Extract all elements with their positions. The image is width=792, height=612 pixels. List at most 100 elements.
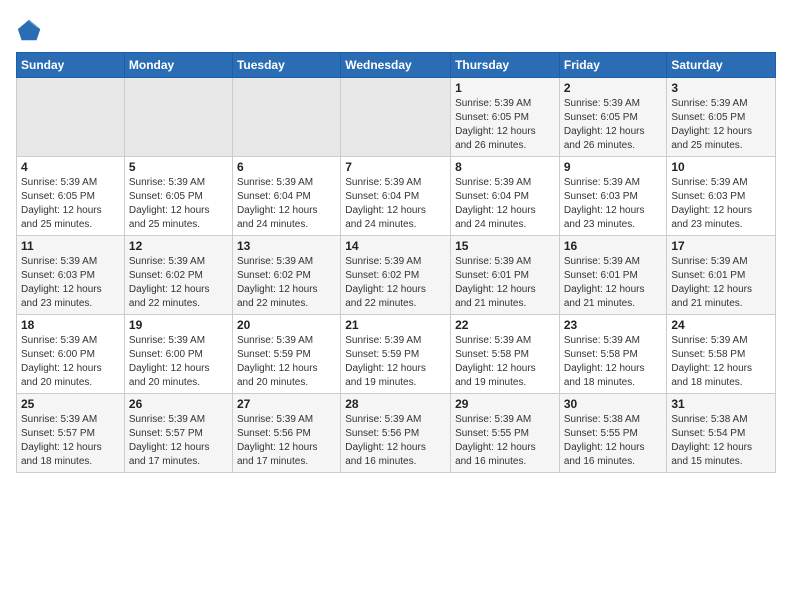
day-number: 31 bbox=[671, 397, 771, 411]
calendar-cell: 22 Sunrise: 5:39 AM Sunset: 5:58 PM Dayli… bbox=[451, 315, 560, 394]
day-detail: Sunrise: 5:39 AM Sunset: 5:57 PM Dayligh… bbox=[21, 413, 120, 469]
calendar-table: SundayMondayTuesdayWednesdayThursdayFrid… bbox=[16, 52, 776, 473]
weekday-header-row: SundayMondayTuesdayWednesdayThursdayFrid… bbox=[17, 53, 776, 78]
day-number: 30 bbox=[564, 397, 663, 411]
day-number: 16 bbox=[564, 239, 663, 253]
calendar-cell: 31 Sunrise: 5:38 AM Sunset: 5:54 PM Dayli… bbox=[667, 394, 776, 473]
week-row-2: 4 Sunrise: 5:39 AM Sunset: 6:05 PM Daylig… bbox=[17, 157, 776, 236]
day-number: 11 bbox=[21, 239, 120, 253]
day-detail: Sunrise: 5:39 AM Sunset: 6:03 PM Dayligh… bbox=[564, 176, 663, 232]
day-detail: Sunrise: 5:39 AM Sunset: 5:59 PM Dayligh… bbox=[345, 334, 446, 390]
calendar-cell: 17Sunrise: 5:39 AM Sunset: 6:01 PM Dayli… bbox=[667, 236, 776, 315]
day-detail: Sunrise: 5:39 AM Sunset: 6:01 PM Dayligh… bbox=[564, 255, 663, 311]
page-header bbox=[16, 16, 776, 44]
day-detail: Sunrise: 5:39 AM Sunset: 6:05 PM Dayligh… bbox=[455, 97, 555, 153]
day-number: 27 bbox=[237, 397, 336, 411]
calendar-cell bbox=[17, 78, 125, 157]
day-number: 19 bbox=[129, 318, 228, 332]
weekday-header-tuesday: Tuesday bbox=[232, 53, 340, 78]
day-detail: Sunrise: 5:39 AM Sunset: 5:59 PM Dayligh… bbox=[237, 334, 336, 390]
weekday-header-sunday: Sunday bbox=[17, 53, 125, 78]
day-number: 3 bbox=[671, 81, 771, 95]
day-detail: Sunrise: 5:39 AM Sunset: 6:05 PM Dayligh… bbox=[21, 176, 120, 232]
day-number: 18 bbox=[21, 318, 120, 332]
day-number: 22 bbox=[455, 318, 555, 332]
day-detail: Sunrise: 5:39 AM Sunset: 6:00 PM Dayligh… bbox=[21, 334, 120, 390]
day-detail: Sunrise: 5:39 AM Sunset: 5:56 PM Dayligh… bbox=[237, 413, 336, 469]
calendar-cell: 8 Sunrise: 5:39 AM Sunset: 6:04 PM Daylig… bbox=[451, 157, 560, 236]
day-detail: Sunrise: 5:39 AM Sunset: 6:04 PM Dayligh… bbox=[345, 176, 446, 232]
day-detail: Sunrise: 5:39 AM Sunset: 5:55 PM Dayligh… bbox=[455, 413, 555, 469]
day-number: 5 bbox=[129, 160, 228, 174]
day-detail: Sunrise: 5:39 AM Sunset: 6:04 PM Dayligh… bbox=[237, 176, 336, 232]
calendar-cell: 7Sunrise: 5:39 AM Sunset: 6:04 PM Daylig… bbox=[341, 157, 451, 236]
weekday-header-friday: Friday bbox=[559, 53, 667, 78]
day-number: 23 bbox=[564, 318, 663, 332]
day-detail: Sunrise: 5:39 AM Sunset: 6:03 PM Dayligh… bbox=[21, 255, 120, 311]
calendar-cell: 10Sunrise: 5:39 AM Sunset: 6:03 PM Dayli… bbox=[667, 157, 776, 236]
day-number: 14 bbox=[345, 239, 446, 253]
calendar-cell: 14Sunrise: 5:39 AM Sunset: 6:02 PM Dayli… bbox=[341, 236, 451, 315]
day-number: 26 bbox=[129, 397, 228, 411]
day-detail: Sunrise: 5:39 AM Sunset: 5:58 PM Dayligh… bbox=[671, 334, 771, 390]
calendar-cell bbox=[341, 78, 451, 157]
logo bbox=[16, 16, 48, 44]
day-detail: Sunrise: 5:39 AM Sunset: 6:03 PM Dayligh… bbox=[671, 176, 771, 232]
day-detail: Sunrise: 5:39 AM Sunset: 6:05 PM Dayligh… bbox=[671, 97, 771, 153]
calendar-cell: 11 Sunrise: 5:39 AM Sunset: 6:03 PM Dayli… bbox=[17, 236, 125, 315]
day-number: 9 bbox=[564, 160, 663, 174]
logo-icon bbox=[16, 16, 44, 44]
week-row-3: 11 Sunrise: 5:39 AM Sunset: 6:03 PM Dayli… bbox=[17, 236, 776, 315]
calendar-cell bbox=[124, 78, 232, 157]
day-number: 25 bbox=[21, 397, 120, 411]
calendar-cell: 28 Sunrise: 5:39 AM Sunset: 5:56 PM Dayli… bbox=[341, 394, 451, 473]
calendar-cell: 21Sunrise: 5:39 AM Sunset: 5:59 PM Dayli… bbox=[341, 315, 451, 394]
day-number: 29 bbox=[455, 397, 555, 411]
week-row-4: 18 Sunrise: 5:39 AM Sunset: 6:00 PM Dayli… bbox=[17, 315, 776, 394]
day-number: 1 bbox=[455, 81, 555, 95]
day-detail: Sunrise: 5:39 AM Sunset: 6:00 PM Dayligh… bbox=[129, 334, 228, 390]
day-number: 4 bbox=[21, 160, 120, 174]
day-detail: Sunrise: 5:39 AM Sunset: 6:04 PM Dayligh… bbox=[455, 176, 555, 232]
day-detail: Sunrise: 5:39 AM Sunset: 6:02 PM Dayligh… bbox=[129, 255, 228, 311]
day-detail: Sunrise: 5:39 AM Sunset: 5:56 PM Dayligh… bbox=[345, 413, 446, 469]
calendar-cell: 6 Sunrise: 5:39 AM Sunset: 6:04 PM Daylig… bbox=[232, 157, 340, 236]
weekday-header-thursday: Thursday bbox=[451, 53, 560, 78]
day-number: 6 bbox=[237, 160, 336, 174]
calendar-cell: 20 Sunrise: 5:39 AM Sunset: 5:59 PM Dayli… bbox=[232, 315, 340, 394]
calendar-cell: 18 Sunrise: 5:39 AM Sunset: 6:00 PM Dayli… bbox=[17, 315, 125, 394]
calendar-cell: 26 Sunrise: 5:39 AM Sunset: 5:57 PM Dayli… bbox=[124, 394, 232, 473]
calendar-cell: 30Sunrise: 5:38 AM Sunset: 5:55 PM Dayli… bbox=[559, 394, 667, 473]
day-detail: Sunrise: 5:39 AM Sunset: 6:01 PM Dayligh… bbox=[455, 255, 555, 311]
day-detail: Sunrise: 5:39 AM Sunset: 6:05 PM Dayligh… bbox=[129, 176, 228, 232]
calendar-cell: 3 Sunrise: 5:39 AM Sunset: 6:05 PM Daylig… bbox=[667, 78, 776, 157]
calendar-cell: 16 Sunrise: 5:39 AM Sunset: 6:01 PM Dayli… bbox=[559, 236, 667, 315]
calendar-cell: 12 Sunrise: 5:39 AM Sunset: 6:02 PM Dayli… bbox=[124, 236, 232, 315]
day-number: 20 bbox=[237, 318, 336, 332]
calendar-cell: 15 Sunrise: 5:39 AM Sunset: 6:01 PM Dayli… bbox=[451, 236, 560, 315]
day-number: 12 bbox=[129, 239, 228, 253]
day-number: 28 bbox=[345, 397, 446, 411]
day-number: 8 bbox=[455, 160, 555, 174]
day-detail: Sunrise: 5:39 AM Sunset: 6:01 PM Dayligh… bbox=[671, 255, 771, 311]
calendar-cell: 19 Sunrise: 5:39 AM Sunset: 6:00 PM Dayli… bbox=[124, 315, 232, 394]
calendar-cell: 2Sunrise: 5:39 AM Sunset: 6:05 PM Daylig… bbox=[559, 78, 667, 157]
weekday-header-wednesday: Wednesday bbox=[341, 53, 451, 78]
day-detail: Sunrise: 5:39 AM Sunset: 5:58 PM Dayligh… bbox=[564, 334, 663, 390]
weekday-header-monday: Monday bbox=[124, 53, 232, 78]
day-number: 24 bbox=[671, 318, 771, 332]
calendar-cell: 25 Sunrise: 5:39 AM Sunset: 5:57 PM Dayli… bbox=[17, 394, 125, 473]
calendar-cell bbox=[232, 78, 340, 157]
day-detail: Sunrise: 5:39 AM Sunset: 5:58 PM Dayligh… bbox=[455, 334, 555, 390]
calendar-cell: 27 Sunrise: 5:39 AM Sunset: 5:56 PM Dayli… bbox=[232, 394, 340, 473]
day-detail: Sunrise: 5:39 AM Sunset: 5:57 PM Dayligh… bbox=[129, 413, 228, 469]
week-row-5: 25 Sunrise: 5:39 AM Sunset: 5:57 PM Dayli… bbox=[17, 394, 776, 473]
week-row-1: 1 Sunrise: 5:39 AM Sunset: 6:05 PM Daylig… bbox=[17, 78, 776, 157]
day-detail: Sunrise: 5:39 AM Sunset: 6:05 PM Dayligh… bbox=[564, 97, 663, 153]
calendar-cell: 29 Sunrise: 5:39 AM Sunset: 5:55 PM Dayli… bbox=[451, 394, 560, 473]
calendar-cell: 24 Sunrise: 5:39 AM Sunset: 5:58 PM Dayli… bbox=[667, 315, 776, 394]
day-detail: Sunrise: 5:38 AM Sunset: 5:54 PM Dayligh… bbox=[671, 413, 771, 469]
day-number: 15 bbox=[455, 239, 555, 253]
calendar-cell: 4 Sunrise: 5:39 AM Sunset: 6:05 PM Daylig… bbox=[17, 157, 125, 236]
day-number: 13 bbox=[237, 239, 336, 253]
